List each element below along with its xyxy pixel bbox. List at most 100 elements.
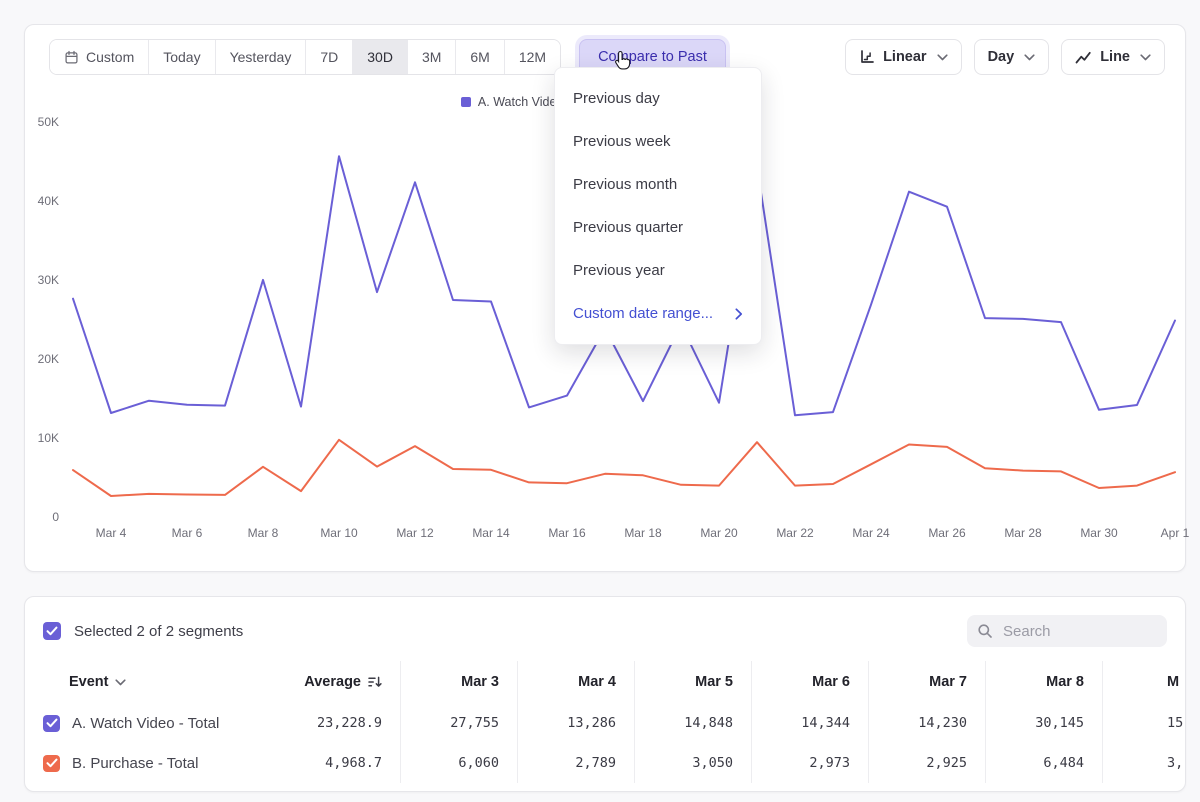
sort-descending-icon[interactable] [367, 675, 382, 689]
x-axis-label: Mar 22 [765, 526, 825, 540]
calendar-icon [64, 50, 79, 65]
chart-line-b [73, 440, 1175, 496]
x-axis-label: Mar 10 [309, 526, 369, 540]
x-axis-label: Mar 16 [537, 526, 597, 540]
column-header-date: M [1103, 661, 1185, 703]
row-value-cell: 14,230 [869, 703, 986, 743]
row-value-cell: 14,848 [635, 703, 752, 743]
date-range-group: Custom Today Yesterday 7D 30D 3M 6M 12M [49, 39, 561, 75]
range-label: 30D [367, 49, 393, 65]
range-label: 3M [422, 49, 441, 65]
x-axis-label: Mar 28 [993, 526, 1053, 540]
range-yesterday-button[interactable]: Yesterday [215, 40, 306, 74]
range-label: Today [163, 49, 200, 65]
table-row: B. Purchase - Total 4,968.76,0602,7893,05… [25, 743, 1185, 783]
x-axis-label: Mar 14 [461, 526, 521, 540]
row-value-cell: 13,286 [518, 703, 635, 743]
row-label: B. Purchase - Total [72, 755, 198, 772]
segments-table-card: Selected 2 of 2 segments Event Average Mar… [24, 596, 1186, 792]
y-axis-label: 0 [25, 510, 59, 524]
y-axis-label: 10K [25, 431, 59, 445]
row-label-cell: A. Watch Video - Total [25, 703, 303, 743]
header-label: Average [304, 674, 361, 690]
menu-item-previous-quarter[interactable]: Previous quarter [555, 206, 761, 249]
range-label: 12M [519, 49, 546, 65]
row-label-cell: B. Purchase - Total [25, 743, 303, 783]
range-custom-button[interactable]: Custom [50, 40, 148, 74]
header-label: Event [69, 674, 109, 690]
chevron-down-icon [937, 54, 948, 61]
column-header-date: Mar 7 [869, 661, 986, 703]
y-axis-label: 40K [25, 194, 59, 208]
menu-item-label: Custom date range... [573, 305, 713, 322]
column-header-date: Mar 3 [401, 661, 518, 703]
range-12m-button[interactable]: 12M [504, 40, 560, 74]
range-label: 6M [470, 49, 489, 65]
day-dropdown-button[interactable]: Day [974, 39, 1050, 75]
chart-card: CustomTodayYesterday7D30D3M6M12M Compare… [24, 24, 1186, 572]
row-value-cell: 30,145 [986, 703, 1103, 743]
range-label: 7D [320, 49, 338, 65]
y-axis-label: 50K [25, 115, 59, 129]
chevron-down-icon [1024, 54, 1035, 61]
row-value-cell: 3,050 [635, 743, 752, 783]
menu-item-custom-date-range[interactable]: Custom date range... [555, 292, 761, 335]
column-header-date: Mar 5 [635, 661, 752, 703]
line-dropdown-button[interactable]: Line [1061, 39, 1165, 75]
compare-to-past-menu: Previous dayPrevious weekPrevious monthP… [554, 67, 762, 345]
table-header-row: EventAverageMar 3Mar 4Mar 5Mar 6Mar 7Mar… [25, 661, 1185, 703]
range-label: Custom [86, 49, 134, 65]
row-label: A. Watch Video - Total [72, 715, 219, 732]
row-value-cell: 6,060 [401, 743, 518, 783]
column-header-date: Mar 4 [518, 661, 635, 703]
chevron-right-icon [735, 308, 743, 320]
row-average-cell: 4,968.7 [303, 743, 401, 783]
column-header-average[interactable]: Average [303, 661, 401, 703]
button-label: Linear [883, 49, 927, 65]
search-icon [977, 623, 993, 639]
legend-swatch [461, 97, 471, 107]
x-axis-label: Mar 18 [613, 526, 673, 540]
x-axis-label: Mar 24 [841, 526, 901, 540]
x-axis-label: Mar 4 [81, 526, 141, 540]
x-axis-label: Mar 30 [1069, 526, 1129, 540]
menu-item-previous-week[interactable]: Previous week [555, 120, 761, 163]
line-chart-icon [1075, 50, 1092, 65]
menu-item-previous-year[interactable]: Previous year [555, 249, 761, 292]
x-axis-label: Mar 6 [157, 526, 217, 540]
range-7d-button[interactable]: 7D [305, 40, 352, 74]
x-axis-label: Mar 20 [689, 526, 749, 540]
search-box [967, 615, 1167, 647]
chevron-down-icon [1140, 54, 1151, 61]
linear-scale-icon [859, 49, 875, 65]
range-3m-button[interactable]: 3M [407, 40, 455, 74]
row-value-cell: 2,925 [869, 743, 986, 783]
menu-item-previous-month[interactable]: Previous month [555, 163, 761, 206]
column-header-date: Mar 8 [986, 661, 1103, 703]
range-30d-button[interactable]: 30D [352, 40, 407, 74]
y-axis-label: 30K [25, 273, 59, 287]
menu-item-previous-day[interactable]: Previous day [555, 77, 761, 120]
y-axis-label: 20K [25, 352, 59, 366]
row-value-cell: 2,789 [518, 743, 635, 783]
row-checkbox[interactable] [43, 755, 60, 772]
row-value-cell: 27,755 [401, 703, 518, 743]
row-average-cell: 23,228.9 [303, 703, 401, 743]
linear-dropdown-button[interactable]: Linear [845, 39, 962, 75]
x-axis-label: Mar 8 [233, 526, 293, 540]
table-row: A. Watch Video - Total 23,228.927,75513,2… [25, 703, 1185, 743]
row-value-cell: 14,344 [752, 703, 869, 743]
x-axis-label: Mar 26 [917, 526, 977, 540]
column-header-event[interactable]: Event [25, 661, 303, 703]
search-input[interactable] [1001, 622, 1135, 641]
range-today-button[interactable]: Today [148, 40, 214, 74]
chevron-down-icon [115, 679, 126, 686]
chart-options-group: Linear Day Line [845, 39, 1165, 75]
row-checkbox[interactable] [43, 715, 60, 732]
row-value-cell: 15, [1103, 703, 1185, 743]
row-value-cell: 3, [1103, 743, 1185, 783]
segments-bar: Selected 2 of 2 segments [25, 597, 1185, 657]
select-all-checkbox[interactable] [43, 622, 61, 640]
x-axis-label: Mar 12 [385, 526, 445, 540]
range-6m-button[interactable]: 6M [455, 40, 503, 74]
